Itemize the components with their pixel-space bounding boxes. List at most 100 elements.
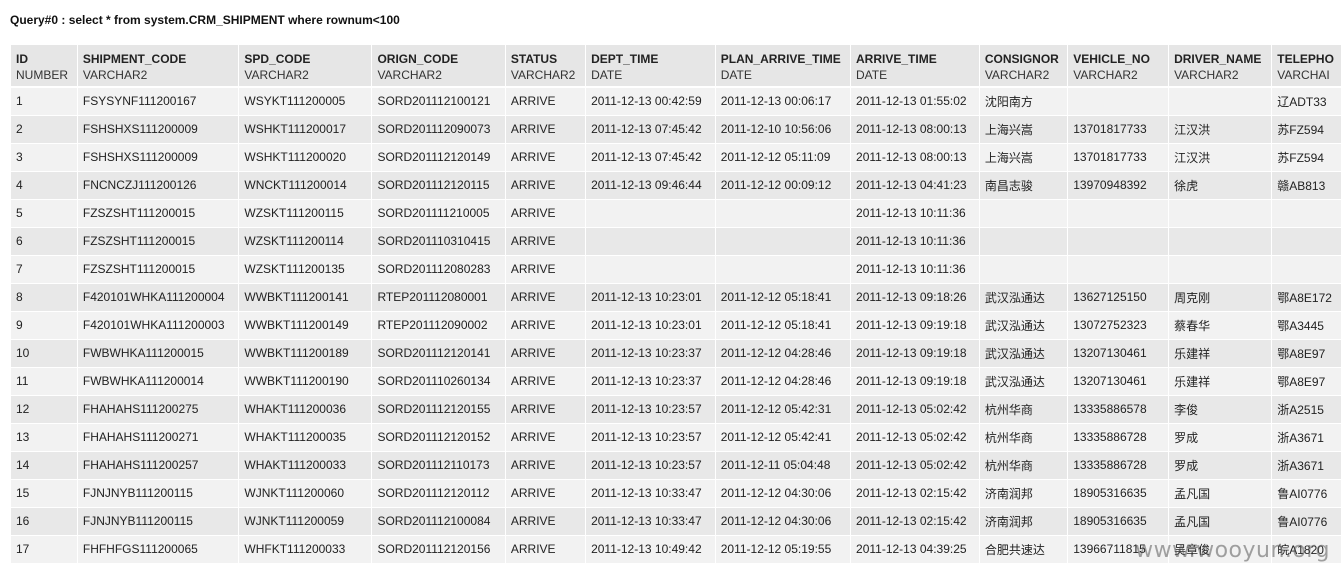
table-cell: 2011-12-13 07:45:42 bbox=[585, 114, 716, 143]
table-cell: 杭州华商 bbox=[979, 450, 1069, 479]
table-cell: WSHKT111200017 bbox=[238, 114, 373, 143]
table-cell: 苏FZ594 bbox=[1271, 142, 1342, 171]
table-cell: 罗成 bbox=[1168, 450, 1273, 479]
table-cell: 2011-12-13 10:11:36 bbox=[850, 226, 980, 255]
table-cell: 鲁AI0776 bbox=[1271, 506, 1342, 535]
column-header-driver-name[interactable]: DRIVER_NAME VARCHAR2 bbox=[1168, 45, 1273, 87]
table-row[interactable]: 7 FZSZSHT111200015 WZSKT111200135 SORD20111… bbox=[11, 254, 1342, 283]
result-table: ID NUMBER SHIPMENT_CODE VARCHAR2 SPD_CODE VAR… bbox=[11, 45, 1342, 563]
table-row[interactable]: 11 FWBWHKA111200014 WWBKT111200190 SORD2011… bbox=[11, 366, 1342, 395]
table-cell: 上海兴嵩 bbox=[979, 142, 1069, 171]
table-row[interactable]: 8 F420101WHKA111200004 WWBKT111200141 RTEP2… bbox=[11, 282, 1342, 311]
table-cell: FWBWHKA111200015 bbox=[77, 338, 240, 367]
table-cell: 济南润邦 bbox=[979, 478, 1069, 507]
table-cell: 2011-12-12 05:19:55 bbox=[715, 534, 852, 563]
column-name: SPD_CODE bbox=[244, 52, 311, 66]
column-type: VARCHAR2 bbox=[82, 68, 148, 82]
query-title: Query#0 : select * from system.CRM_SHIPM… bbox=[10, 13, 400, 27]
table-row[interactable]: 15 FJNJNYB111200115 WJNKT111200060 SORD2011… bbox=[11, 478, 1342, 507]
column-name: DEPT_TIME bbox=[591, 52, 659, 66]
table-cell: 2011-12-13 10:23:57 bbox=[585, 450, 716, 479]
column-header-status[interactable]: STATUS VARCHAR2 bbox=[505, 45, 587, 87]
table-cell: 2011-12-12 04:28:46 bbox=[715, 338, 852, 367]
table-cell bbox=[1168, 86, 1273, 115]
table-cell: ARRIVE bbox=[505, 506, 587, 535]
table-cell: 2011-12-13 00:06:17 bbox=[715, 86, 852, 115]
table-cell: 武汉泓通达 bbox=[979, 366, 1069, 395]
table-cell: 11 bbox=[11, 366, 78, 395]
table-cell bbox=[1168, 226, 1273, 255]
table-cell: 孟凡国 bbox=[1168, 478, 1273, 507]
table-cell: ARRIVE bbox=[505, 450, 587, 479]
table-cell: FJNJNYB111200115 bbox=[77, 506, 240, 535]
table-cell: 13207130461 bbox=[1067, 366, 1170, 395]
table-cell: SORD201112120156 bbox=[371, 534, 506, 563]
column-type: VARCHAR2 bbox=[244, 68, 309, 82]
table-cell: FNCNCZJ111200126 bbox=[77, 170, 240, 199]
table-cell: 13970948392 bbox=[1067, 170, 1170, 199]
table-cell: 13072752323 bbox=[1067, 310, 1170, 339]
column-header-id[interactable]: ID NUMBER bbox=[11, 45, 78, 87]
table-cell: 2011-12-13 09:18:26 bbox=[850, 282, 980, 311]
table-cell: 13701817733 bbox=[1067, 142, 1170, 171]
table-cell bbox=[1271, 226, 1342, 255]
table-cell: SORD201112100121 bbox=[371, 86, 506, 115]
table-cell: WHAKT111200033 bbox=[238, 450, 373, 479]
table-cell: 孟凡国 bbox=[1168, 506, 1273, 535]
table-cell: FSHSHXS111200009 bbox=[77, 142, 240, 171]
table-cell: 13335886728 bbox=[1067, 450, 1170, 479]
result-grid[interactable]: ID NUMBER SHIPMENT_CODE VARCHAR2 SPD_CODE VAR… bbox=[11, 45, 1342, 565]
table-cell: F420101WHKA111200004 bbox=[77, 282, 240, 311]
table-row[interactable]: 12 FHAHAHS111200275 WHAKT111200036 SORD2011… bbox=[11, 394, 1342, 423]
table-row[interactable]: 2 FSHSHXS111200009 WSHKT111200017 SORD20111… bbox=[11, 114, 1342, 143]
table-row[interactable]: 13 FHAHAHS111200271 WHAKT111200035 SORD2011… bbox=[11, 422, 1342, 451]
table-cell: 10 bbox=[11, 338, 78, 367]
table-cell: FHAHAHS111200257 bbox=[77, 450, 240, 479]
table-row[interactable]: 10 FWBWHKA111200015 WWBKT111200189 SORD2011… bbox=[11, 338, 1342, 367]
column-header-spd-code[interactable]: SPD_CODE VARCHAR2 bbox=[238, 45, 373, 87]
column-header-arrive-time[interactable]: ARRIVE_TIME DATE bbox=[850, 45, 980, 87]
table-cell: 2011-12-13 10:23:57 bbox=[585, 394, 716, 423]
table-row[interactable]: 17 FHFHFGS111200065 WHFKT111200033 SORD2011… bbox=[11, 534, 1342, 563]
column-type: VARCHAR2 bbox=[1174, 68, 1239, 82]
column-header-orign-code[interactable]: ORIGN_CODE VARCHAR2 bbox=[371, 45, 506, 87]
table-row[interactable]: 1 FSYSYNF111200167 WSYKT111200005 SORD20111… bbox=[11, 86, 1342, 115]
table-cell: 合肥共速达 bbox=[979, 534, 1069, 563]
table-cell bbox=[715, 254, 852, 283]
table-cell: 2011-12-12 05:11:09 bbox=[715, 142, 852, 171]
table-cell: ARRIVE bbox=[505, 114, 587, 143]
table-cell: 浙A3671 bbox=[1271, 422, 1342, 451]
table-cell: 罗成 bbox=[1168, 422, 1273, 451]
column-header-vehicle-no[interactable]: VEHICLE_NO VARCHAR2 bbox=[1067, 45, 1170, 87]
column-header-telepho[interactable]: TELEPHO VARCHAI bbox=[1271, 45, 1342, 87]
table-row[interactable]: 9 F420101WHKA111200003 WWBKT111200149 RTEP2… bbox=[11, 310, 1342, 339]
column-header-dept-time[interactable]: DEPT_TIME DATE bbox=[585, 45, 716, 87]
table-cell: 徐虎 bbox=[1168, 170, 1273, 199]
table-cell: FZSZSHT111200015 bbox=[77, 254, 240, 283]
table-row[interactable]: 14 FHAHAHS111200257 WHAKT111200033 SORD2011… bbox=[11, 450, 1342, 479]
table-cell: SORD201112120141 bbox=[371, 338, 506, 367]
table-row[interactable]: 3 FSHSHXS111200009 WSHKT111200020 SORD20111… bbox=[11, 142, 1342, 171]
column-header-shipment-code[interactable]: SHIPMENT_CODE VARCHAR2 bbox=[77, 45, 240, 87]
table-cell: SORD201112100084 bbox=[371, 506, 506, 535]
table-cell: 2011-12-13 08:00:13 bbox=[850, 142, 980, 171]
table-row[interactable]: 6 FZSZSHT111200015 WZSKT111200114 SORD20111… bbox=[11, 226, 1342, 255]
column-name: CONSIGNOR bbox=[984, 52, 1059, 66]
table-cell: 3 bbox=[11, 142, 78, 171]
table-row[interactable]: 5 FZSZSHT111200015 WZSKT111200115 SORD20111… bbox=[11, 198, 1342, 227]
table-cell: 16 bbox=[11, 506, 78, 535]
table-cell: 2011-12-13 05:02:42 bbox=[850, 422, 980, 451]
column-header-consignor[interactable]: CONSIGNOR VARCHAR2 bbox=[979, 45, 1069, 87]
table-cell: FSHSHXS111200009 bbox=[77, 114, 240, 143]
table-cell: 2011-12-13 10:33:47 bbox=[585, 478, 716, 507]
table-row[interactable]: 16 FJNJNYB111200115 WJNKT111200059 SORD2011… bbox=[11, 506, 1342, 535]
table-cell: WWBKT111200189 bbox=[238, 338, 373, 367]
table-cell: 江汉洪 bbox=[1168, 114, 1273, 143]
table-cell: ARRIVE bbox=[505, 86, 587, 115]
table-cell: 18905316635 bbox=[1067, 478, 1170, 507]
table-row[interactable]: 4 FNCNCZJ111200126 WNCKT111200014 SORD20111… bbox=[11, 170, 1342, 199]
table-cell: ARRIVE bbox=[505, 338, 587, 367]
column-type: NUMBER bbox=[16, 68, 69, 82]
table-cell: ARRIVE bbox=[505, 422, 587, 451]
column-header-plan-arrive-time[interactable]: PLAN_ARRIVE_TIME DATE bbox=[715, 45, 852, 87]
